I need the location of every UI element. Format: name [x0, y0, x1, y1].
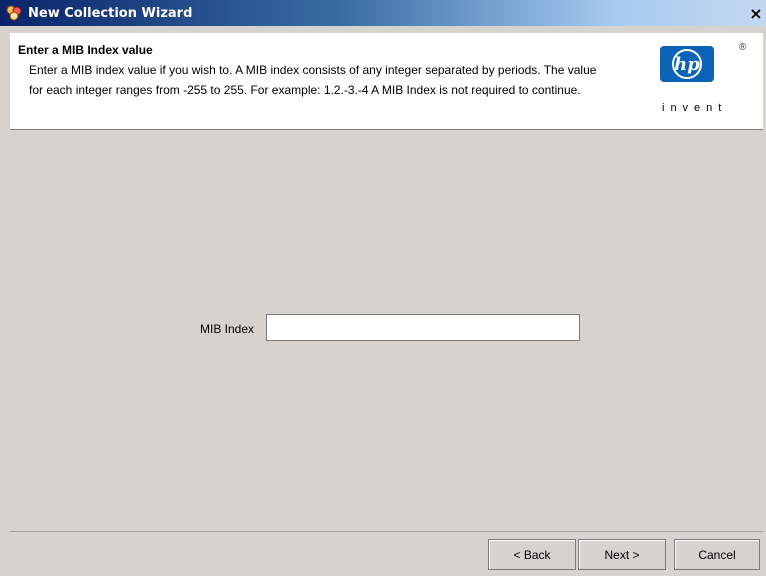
cancel-button[interactable]: Cancel	[674, 539, 760, 570]
hp-logo-mark: hp	[660, 46, 714, 82]
page-title: Enter a MIB Index value	[18, 43, 153, 57]
title-bar[interactable]: New Collection Wizard ×	[0, 0, 766, 26]
wizard-window: New Collection Wizard × Enter a MIB Inde…	[0, 0, 766, 576]
content-area: MIB Index	[10, 130, 763, 530]
mib-index-input[interactable]	[266, 314, 580, 341]
registered-mark: ®	[739, 42, 747, 53]
window-title: New Collection Wizard	[28, 5, 193, 21]
divider	[10, 531, 763, 532]
page-description: Enter a MIB index value if you wish to. …	[29, 63, 597, 97]
back-button[interactable]: < Back	[488, 539, 576, 570]
close-button[interactable]: ×	[746, 3, 766, 23]
hp-logo: hp ® invent	[632, 38, 747, 123]
hp-logo-text: hp	[674, 54, 700, 75]
hp-tagline: invent	[662, 102, 728, 114]
next-button[interactable]: Next >	[578, 539, 666, 570]
app-icon	[5, 4, 23, 22]
mib-index-label: MIB Index	[200, 322, 255, 336]
header-panel: Enter a MIB Index value Enter a MIB inde…	[10, 33, 763, 130]
close-icon: ×	[749, 3, 763, 23]
